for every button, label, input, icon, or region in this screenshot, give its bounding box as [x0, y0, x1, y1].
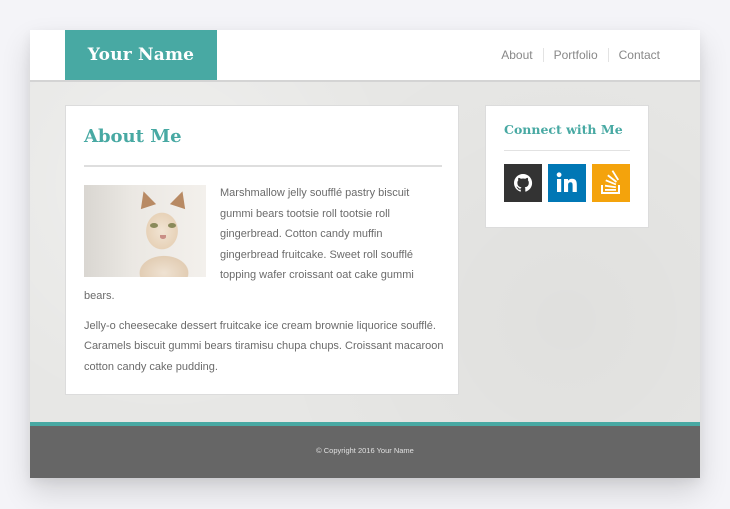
connect-divider	[504, 150, 630, 151]
about-title: About Me	[84, 126, 182, 147]
cat-ear-left	[135, 188, 157, 210]
cat-photo	[84, 185, 206, 277]
cat-nose	[160, 235, 166, 239]
stackoverflow-icon	[601, 170, 620, 194]
cat-eye-left	[150, 223, 158, 228]
about-divider	[84, 165, 442, 167]
nav-about-link[interactable]: About	[491, 48, 542, 62]
about-paragraph-2: Jelly-o cheesecake dessert fruitcake ice…	[84, 319, 444, 373]
main-nav: About Portfolio Contact	[491, 30, 660, 80]
nav-contact-link[interactable]: Contact	[607, 48, 660, 62]
site-footer: © Copyright 2016 Your Name	[30, 422, 700, 478]
about-card: About Me Marshmallow jelly soufflé pastr…	[65, 105, 459, 395]
cat-ear-right	[169, 188, 191, 210]
page-frame: Your Name About Portfolio Contact About …	[30, 30, 700, 478]
github-icon	[514, 174, 533, 192]
nav-portfolio-link[interactable]: Portfolio	[542, 48, 608, 62]
connect-card: Connect with Me	[485, 105, 649, 228]
github-link[interactable]	[504, 164, 542, 202]
brand-logo[interactable]: Your Name	[65, 30, 217, 80]
connect-title: Connect with Me	[504, 122, 623, 137]
linkedin-link[interactable]	[548, 164, 586, 202]
stackoverflow-link[interactable]	[592, 164, 630, 202]
copyright-text: © Copyright 2016 Your Name	[316, 446, 414, 455]
site-header: Your Name About Portfolio Contact	[30, 30, 700, 82]
about-body: Marshmallow jelly soufflé pastry biscuit…	[84, 183, 444, 386]
linkedin-icon	[556, 172, 577, 192]
cat-eye-right	[168, 223, 176, 228]
